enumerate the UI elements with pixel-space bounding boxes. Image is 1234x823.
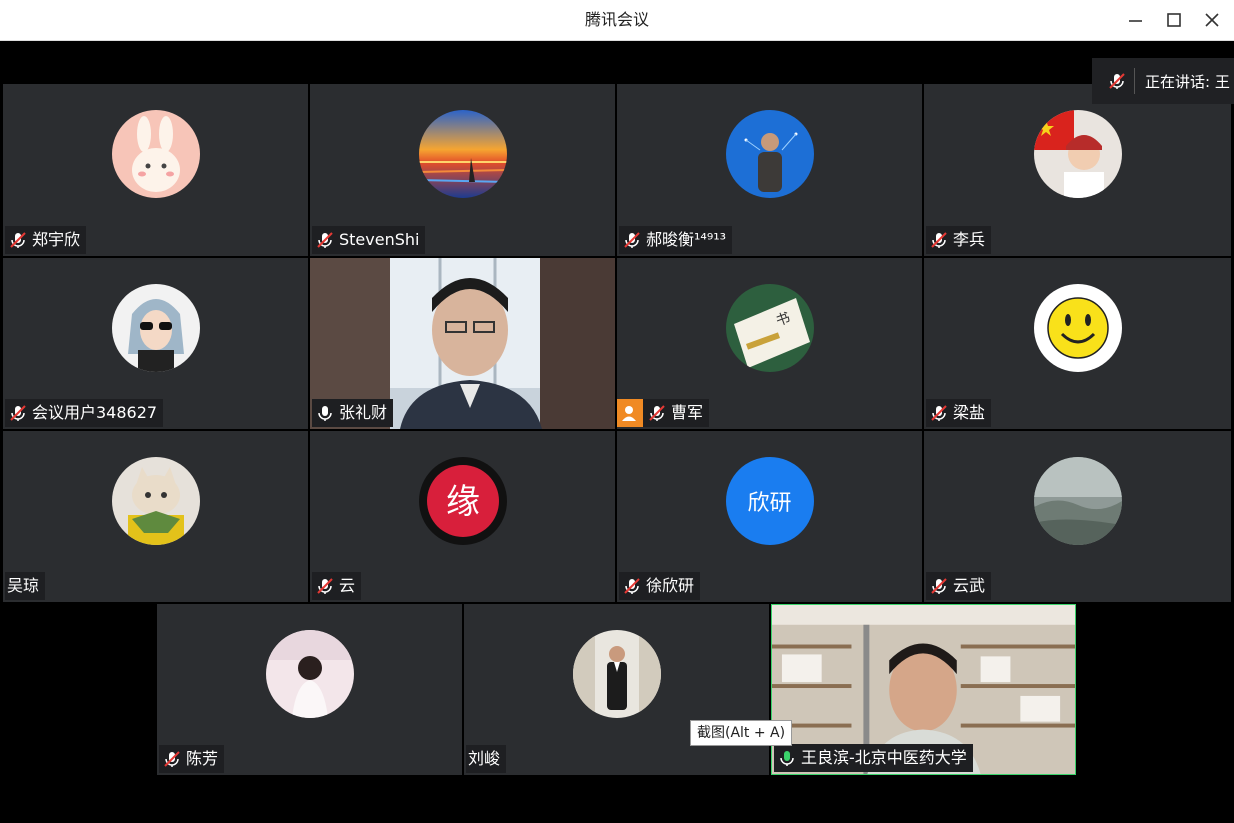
participant-tile[interactable]: 梁盐 [924,258,1231,429]
smiley-avatar [1033,284,1122,372]
cat-avatar [111,457,200,545]
divider [1134,68,1135,94]
speaking-indicator[interactable]: 正在讲话: 王 [1092,58,1234,104]
mic-muted-icon [623,231,641,249]
woman-sunglasses-avatar [111,284,200,372]
participant-name: 云武 [953,576,986,595]
mic-muted-icon [930,577,948,595]
mic-muted-icon [648,404,666,422]
person-icon [622,406,636,421]
sunset-avatar [418,110,507,198]
participant-name: 刘峻 [468,749,501,768]
participant-name: StevenShi [339,230,420,249]
mic-muted-icon [316,577,334,595]
participant-nametag: 吴琼 [5,572,46,600]
participant-tile[interactable]: 书 曹军 [617,258,922,429]
participant-tile[interactable]: 刘峻 [464,604,769,775]
participant-name: 徐欣研 [646,576,695,595]
girl-back-avatar [265,630,354,718]
mic-muted-icon [930,404,948,422]
participant-name: 陈芳 [186,749,219,768]
participant-nametag: 陈芳 [159,745,225,773]
participant-name: 吴琼 [7,576,40,595]
participant-tile[interactable]: 欣研 徐欣研 [617,431,922,602]
participant-name: 会议用户348627 [32,403,158,422]
speaking-text: 正在讲话: 王 [1145,72,1230,91]
girl-flag-avatar [1033,110,1122,198]
participant-name: 梁盐 [953,403,986,422]
participant-name: 王良滨-北京中医药大学 [801,748,967,767]
participant-name: 郑宇欣 [32,230,81,249]
mic-icon [316,404,334,422]
participant-name: 郝晙衡¹⁴⁹¹³ [646,230,727,249]
participant-nametag: 云武 [926,572,992,600]
host-badge [617,399,643,427]
maximize-button[interactable] [1161,8,1187,32]
man-suit-avatar [572,630,661,718]
mic-muted-icon [316,231,334,249]
participant-tile[interactable]: 会议用户348627 [3,258,308,429]
participant-tile[interactable]: StevenShi [310,84,615,256]
minimize-button[interactable] [1122,8,1148,32]
mic-muted-icon [623,577,641,595]
participant-nametag: 徐欣研 [619,572,701,600]
participant-nametag: 张礼财 [312,399,394,427]
window-title: 腾讯会议 [584,10,649,29]
screenshot-tooltip: 截图(Alt + A) [690,720,793,746]
participant-tile[interactable]: 吴琼 [3,431,308,602]
minimize-icon [1129,20,1142,22]
participant-name: 张礼财 [339,403,388,422]
title-bar: 腾讯会议 [0,0,1234,41]
participant-nametag: 李兵 [926,226,992,254]
participant-nametag: 郝晙衡¹⁴⁹¹³ [619,226,733,254]
mic-speaking-icon [778,749,796,767]
participant-tile[interactable]: 云武 [924,431,1231,602]
mic-muted-icon [163,750,181,768]
mic-muted-icon [930,231,948,249]
participant-video-tile[interactable]: 张礼财 [310,258,615,429]
participant-nametag: 会议用户348627 [5,399,164,427]
participant-tile[interactable]: 李兵 [924,84,1231,256]
participant-name: 李兵 [953,230,986,249]
speaking-participant-video-tile[interactable]: 王良滨-北京中医药大学 [771,604,1076,775]
participant-name: 曹军 [671,403,704,422]
landscape-avatar [1033,457,1122,545]
participant-tile[interactable]: 陈芳 [157,604,462,775]
participant-name: 云 [339,576,356,595]
participant-nametag: 郑宇欣 [5,226,87,254]
participant-nametag: 刘峻 [466,745,507,773]
participant-nametag: 王良滨-北京中医药大学 [774,744,973,772]
video-grid: 郑宇欣 StevenShi 郝晙衡¹⁴⁹¹³ 李兵 会议用户348627 张礼财… [0,41,1234,823]
participant-nametag: 梁盐 [926,399,992,427]
rabbit-avatar [111,110,200,198]
participant-tile[interactable]: 郝晙衡¹⁴⁹¹³ [617,84,922,256]
mic-muted-icon [9,231,27,249]
text-avatar: 欣研 [725,457,814,545]
mic-muted-icon[interactable] [1108,72,1126,90]
svg-text:缘: 缘 [446,482,480,522]
close-icon [1205,13,1219,27]
yuan-logo-avatar: 缘 [418,457,507,545]
participant-nametag: 云 [312,572,362,600]
close-button[interactable] [1199,8,1225,32]
avatar-text: 欣研 [747,491,792,516]
calligraphy-avatar: 书 [725,284,814,372]
participant-tile[interactable]: 郑宇欣 [3,84,308,256]
participant-tile[interactable]: 缘 云 [310,431,615,602]
participant-nametag: 曹军 [617,399,710,427]
mic-muted-icon [9,404,27,422]
man-blue-avatar [725,110,814,198]
participant-nametag: StevenShi [312,226,426,254]
maximize-icon [1167,13,1181,27]
